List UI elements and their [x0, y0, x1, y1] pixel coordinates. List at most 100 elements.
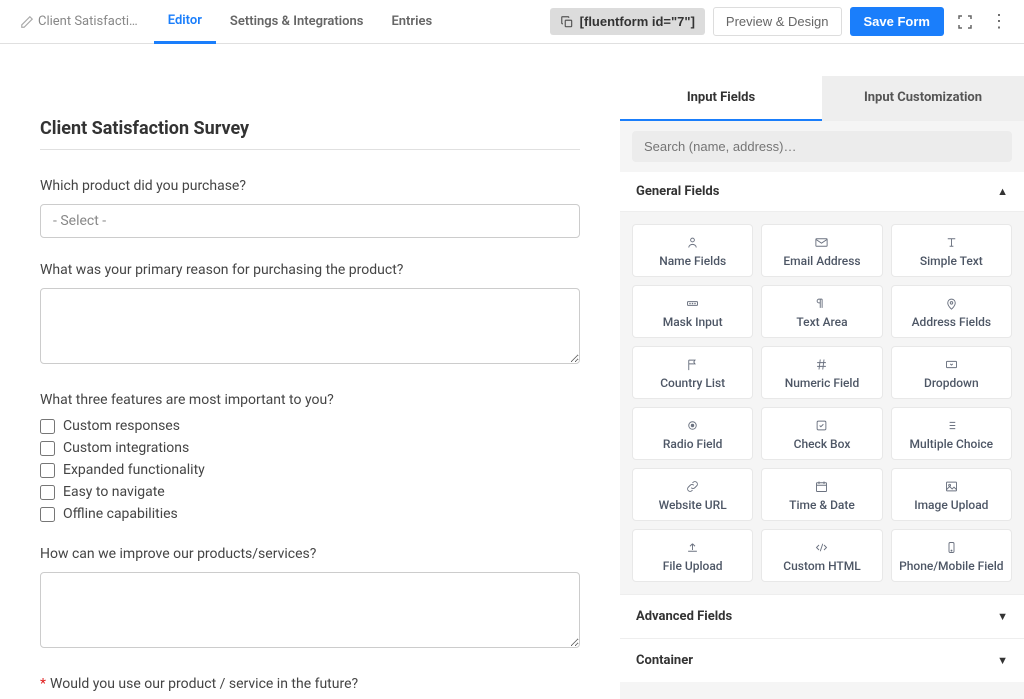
field-label: What three features are most important t… — [40, 392, 580, 408]
pencil-icon — [20, 15, 34, 29]
textarea-reason[interactable] — [40, 288, 580, 364]
field-card-phone[interactable]: Phone/Mobile Field — [891, 529, 1012, 582]
card-label: Text Area — [796, 315, 847, 329]
search-wrap — [620, 121, 1024, 172]
tab-input-fields[interactable]: Input Fields — [620, 76, 822, 121]
card-label: Website URL — [659, 498, 727, 512]
field-future: *Would you use our product / service in … — [40, 676, 580, 699]
checkbox-item[interactable]: Offline capabilities — [40, 506, 580, 522]
field-card-html[interactable]: Custom HTML — [761, 529, 882, 582]
card-label: Mask Input — [663, 315, 723, 329]
checkbox-label: Easy to navigate — [63, 484, 165, 500]
field-card-country[interactable]: Country List — [632, 346, 753, 399]
shortcode-button[interactable]: [fluentform id="7"] — [550, 8, 705, 35]
checkbox-item[interactable]: Easy to navigate — [40, 484, 580, 500]
accordion-advanced[interactable]: Advanced Fields ▼ — [620, 594, 1024, 638]
required-asterisk: * — [40, 676, 46, 692]
field-card-checkbox[interactable]: Check Box — [761, 407, 882, 460]
card-label: Address Fields — [912, 315, 991, 329]
topbar-right: [fluentform id="7"] Preview & Design Sav… — [550, 7, 1012, 36]
card-label: Multiple Choice — [910, 437, 994, 451]
checkbox-item[interactable]: Custom responses — [40, 418, 580, 434]
field-card-image[interactable]: Image Upload — [891, 468, 1012, 521]
accordion-container[interactable]: Container ▼ — [620, 638, 1024, 682]
nav-tabs: Editor Settings & Integrations Entries — [154, 0, 446, 44]
field-label-text: Would you use our product / service in t… — [50, 676, 358, 692]
checkbox[interactable] — [40, 419, 55, 434]
card-label: Name Fields — [659, 254, 726, 268]
field-card-radio[interactable]: Radio Field — [632, 407, 753, 460]
chevron-up-icon: ▲ — [997, 185, 1008, 198]
field-improve: How can we improve our products/services… — [40, 546, 580, 652]
field-reason: What was your primary reason for purchas… — [40, 262, 580, 368]
flag-icon — [685, 357, 700, 372]
hash-icon — [814, 357, 829, 372]
phone-icon — [944, 540, 959, 555]
card-label: Dropdown — [924, 376, 979, 390]
field-card-datetime[interactable]: Time & Date — [761, 468, 882, 521]
form-name-edit[interactable]: Client Satisfacti… — [12, 14, 146, 29]
field-card-numeric[interactable]: Numeric Field — [761, 346, 882, 399]
image-icon — [944, 479, 959, 494]
accordion-title: General Fields — [636, 184, 719, 199]
preview-button[interactable]: Preview & Design — [713, 7, 842, 36]
field-features: What three features are most important t… — [40, 392, 580, 522]
panel-tabs: Input Fields Input Customization — [620, 76, 1024, 121]
accordion-title: Container — [636, 653, 693, 668]
field-card-textarea[interactable]: Text Area — [761, 285, 882, 338]
field-card-url[interactable]: Website URL — [632, 468, 753, 521]
checkbox[interactable] — [40, 463, 55, 478]
fullscreen-button[interactable] — [952, 9, 978, 35]
card-label: Time & Date — [789, 498, 855, 512]
field-card-email[interactable]: Email Address — [761, 224, 882, 277]
checkbox-label: Expanded functionality — [63, 462, 205, 478]
field-label: How can we improve our products/services… — [40, 546, 580, 562]
card-label: Image Upload — [914, 498, 988, 512]
tab-input-customization[interactable]: Input Customization — [822, 76, 1024, 121]
accordion-general[interactable]: General Fields ▲ — [620, 172, 1024, 212]
field-card-name[interactable]: Name Fields — [632, 224, 753, 277]
field-card-file[interactable]: File Upload — [632, 529, 753, 582]
more-menu-button[interactable]: ⋮ — [986, 11, 1012, 32]
copy-icon — [560, 15, 574, 29]
field-card-multiple[interactable]: Multiple Choice — [891, 407, 1012, 460]
field-label: *Would you use our product / service in … — [40, 676, 580, 692]
tab-entries[interactable]: Entries — [377, 0, 446, 44]
text-icon — [944, 235, 959, 250]
field-card-dropdown[interactable]: Dropdown — [891, 346, 1012, 399]
pin-icon — [944, 296, 959, 311]
accordion-title: Advanced Fields — [636, 609, 732, 624]
field-grid: Name Fields Email Address Simple Text Ma… — [620, 212, 1024, 594]
field-card-address[interactable]: Address Fields — [891, 285, 1012, 338]
field-card-mask[interactable]: Mask Input — [632, 285, 753, 338]
fullscreen-icon — [956, 13, 974, 31]
checkbox-label: Offline capabilities — [63, 506, 178, 522]
radio-icon — [685, 418, 700, 433]
checkbox-item[interactable]: Expanded functionality — [40, 462, 580, 478]
card-label: Numeric Field — [785, 376, 860, 390]
card-label: Email Address — [783, 254, 860, 268]
form-canvas: Client Satisfaction Survey Which product… — [0, 44, 620, 699]
card-label: Radio Field — [663, 437, 723, 451]
shortcode-text: [fluentform id="7"] — [580, 14, 695, 29]
checkbox-label: Custom responses — [63, 418, 180, 434]
check-icon — [814, 418, 829, 433]
checkbox[interactable] — [40, 441, 55, 456]
search-input[interactable] — [632, 131, 1012, 162]
field-label: What was your primary reason for purchas… — [40, 262, 580, 278]
save-button[interactable]: Save Form — [850, 7, 944, 36]
upload-icon — [685, 540, 700, 555]
tab-editor[interactable]: Editor — [154, 0, 216, 44]
checkbox[interactable] — [40, 507, 55, 522]
field-card-simple-text[interactable]: Simple Text — [891, 224, 1012, 277]
checkbox-item[interactable]: Custom integrations — [40, 440, 580, 456]
user-icon — [685, 235, 700, 250]
card-label: File Upload — [663, 559, 723, 573]
tab-settings[interactable]: Settings & Integrations — [216, 0, 378, 44]
checkbox[interactable] — [40, 485, 55, 500]
side-panel: Input Fields Input Customization General… — [620, 76, 1024, 699]
field-label: Which product did you purchase? — [40, 178, 580, 194]
textarea-improve[interactable] — [40, 572, 580, 648]
main: Client Satisfaction Survey Which product… — [0, 44, 1024, 699]
select-product[interactable]: - Select - — [40, 204, 580, 238]
